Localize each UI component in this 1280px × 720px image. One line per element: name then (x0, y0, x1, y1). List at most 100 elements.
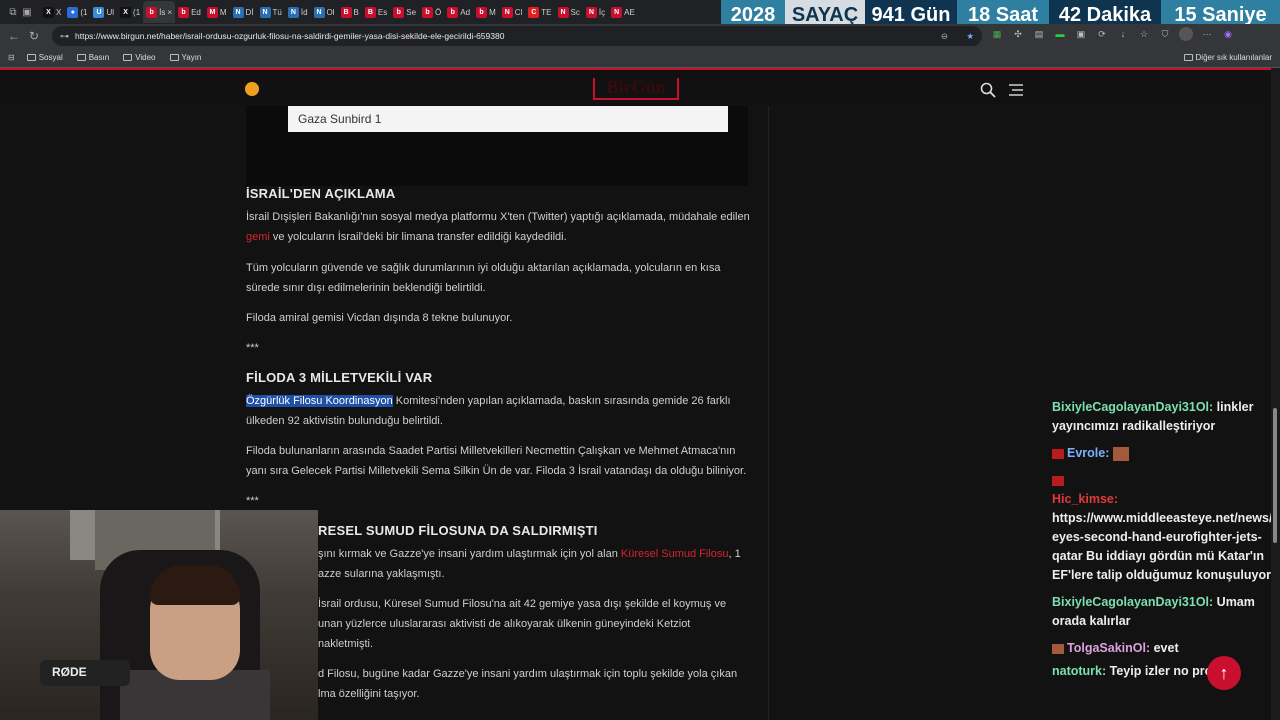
browser-tab[interactable]: N AE (608, 1, 638, 23)
extension-icon-4[interactable]: ▬ (1053, 27, 1067, 41)
close-tab-icon[interactable]: × (167, 8, 172, 17)
tab-title: TE (541, 7, 552, 17)
paragraph-text: unan yüzlerce uluslararası aktivisti de … (318, 618, 691, 630)
browser-tab[interactable]: b Ad (444, 1, 473, 23)
birgun-icon: b (146, 6, 158, 18)
tab-title: Ol (326, 7, 335, 17)
birgun-icon: b (476, 6, 488, 18)
back-icon[interactable]: ← (4, 26, 24, 46)
bookmark-folder-basin[interactable]: Basın (76, 53, 109, 62)
webcam-overlay: RØDE (0, 510, 318, 720)
browser-tab[interactable]: N Tü (257, 1, 285, 23)
browser-tab[interactable]: N Sc (555, 1, 583, 23)
tab-title: B (353, 7, 359, 17)
chat-message: Evrole: (1052, 444, 1272, 463)
reload-icon[interactable]: ↻ (24, 26, 44, 46)
section-heading-milletvekili: FİLODA 3 MİLLETVEKİLİ VAR (246, 370, 433, 385)
bookmarks-settings-icon[interactable]: ⊟ (8, 53, 15, 62)
bookmark-folder-video[interactable]: Video (123, 53, 156, 62)
browser-tab[interactable]: N Cl (499, 1, 526, 23)
extension-icon-5[interactable]: ▣ (1074, 27, 1088, 41)
page-scrollbar[interactable] (1271, 68, 1280, 720)
tab-title: Sc (570, 7, 580, 17)
chat-username: TolgaSakinOl: (1067, 641, 1151, 655)
chat-username: Evrole: (1067, 446, 1110, 460)
bookmark-label: Diğer sık kullanılanlar (1195, 53, 1272, 62)
blue-icon: U (93, 6, 105, 18)
tab-title: Cl (514, 7, 523, 17)
chat-text: https://www.middleeasteye.net/news/turke… (1052, 511, 1280, 582)
chat-message: BixiyleCagolayanDayi31Ol: Umam orada kal… (1052, 593, 1272, 631)
tab-title: Ul (106, 7, 115, 17)
paragraph-text: d Filosu, bugüne kadar Gazze'ye insani y… (318, 668, 738, 680)
browser-tab[interactable]: XX (40, 1, 64, 23)
more-menu-icon[interactable]: ⋯ (1200, 27, 1214, 41)
globe-icon: ● (67, 6, 79, 18)
browser-tab[interactable]: BB (338, 1, 362, 23)
browser-tab[interactable]: N Ol (311, 1, 338, 23)
bookmark-folder-sosyal[interactable]: Sosyal (26, 53, 63, 62)
search-icon[interactable] (980, 82, 996, 98)
share-icon[interactable]: ⊖ (941, 31, 948, 42)
bookmark-label: Video (135, 53, 156, 62)
tab-actions-icon[interactable]: ⧉ (6, 2, 20, 22)
browser-tab[interactable]: N Dİ (230, 1, 257, 23)
subscriber-badge-icon (1052, 475, 1064, 486)
browser-tab[interactable]: C TE (525, 1, 554, 23)
extension-icon-3[interactable]: ▤ (1032, 27, 1046, 41)
favorites-icon[interactable]: ☆ (1137, 27, 1151, 41)
news-icon: N (501, 6, 513, 18)
c-icon: C (528, 6, 540, 18)
x-icon: X (43, 6, 54, 18)
scrollbar-thumb[interactable] (1273, 408, 1277, 543)
x-icon: X (120, 6, 132, 18)
site-logo[interactable]: BirGün (593, 78, 679, 100)
tab-title: M (489, 7, 496, 17)
browser-tab[interactable]: B Es (362, 1, 390, 23)
browser-tab[interactable]: U Ul (90, 1, 117, 23)
inline-link-sumud[interactable]: Küresel Sumud Filosu (621, 548, 729, 560)
extension-icon-2[interactable]: ✣ (1011, 27, 1025, 41)
vertical-tabs-icon[interactable]: ▣ (20, 2, 34, 22)
other-bookmarks[interactable]: Diğer sık kullanılanlar (1183, 53, 1272, 62)
inline-link-gemi[interactable]: gemi (246, 231, 270, 243)
copilot-icon[interactable]: ◉ (1221, 27, 1235, 41)
browser-tab[interactable]: bÖ (419, 1, 444, 23)
bookmark-label: Sosyal (38, 53, 63, 62)
browser-tab[interactable]: N İç (583, 1, 608, 23)
chat-username: BixiyleCagolayanDayi31Ol: (1052, 595, 1214, 609)
tab-title: Es (377, 7, 388, 17)
video-caption: Gaza Sunbird 1 (288, 106, 728, 132)
chat-text: evet (1150, 641, 1179, 655)
mail-icon: M (206, 6, 218, 18)
browser-tab[interactable]: b Se (390, 1, 419, 23)
paragraph-text: ve yolcuların İsrail'deki bir limana tra… (269, 231, 567, 243)
browser-tab[interactable]: bM (473, 1, 499, 23)
extension-icon-1[interactable]: ▦ (990, 27, 1004, 41)
emote-icon (1112, 446, 1129, 461)
hamburger-menu-icon[interactable] (1008, 83, 1024, 97)
theme-toggle-icon[interactable] (245, 82, 259, 96)
browser-tab[interactable]: N İd (285, 1, 311, 23)
site-info-icon[interactable]: ⊶ (60, 31, 69, 42)
browser-tab[interactable]: X (1 (117, 1, 143, 23)
browser-tab[interactable]: ● (1 (64, 1, 90, 23)
shield-icon[interactable]: ⛉ (1158, 27, 1172, 41)
profile-avatar[interactable] (1179, 27, 1193, 41)
chat-message: BixiyleCagolayanDayi31Ol: linkler yayınc… (1052, 398, 1272, 436)
url-field[interactable]: ⊶ https://www.birgun.net/haber/israil-or… (52, 26, 982, 46)
folder-icon (123, 54, 133, 61)
downloads-icon[interactable]: ↓ (1116, 27, 1130, 41)
scroll-to-top-button[interactable]: ↑ (1207, 656, 1241, 690)
folder-icon (26, 54, 36, 61)
folder-icon (76, 54, 86, 61)
bookmark-star-icon[interactable]: ★ (966, 31, 974, 42)
tab-title: Dİ (245, 7, 254, 17)
browser-tab[interactable]: b Ed (175, 1, 204, 23)
bookmark-folder-yayin[interactable]: Yayın (169, 53, 201, 62)
video-player[interactable]: Gaza Sunbird 1 (246, 106, 748, 186)
browser-tab[interactable]: b İs × (143, 1, 176, 23)
folder-icon (1183, 54, 1193, 61)
extensions-icon[interactable]: ⟳ (1095, 27, 1109, 41)
browser-tab[interactable]: MM (204, 1, 230, 23)
